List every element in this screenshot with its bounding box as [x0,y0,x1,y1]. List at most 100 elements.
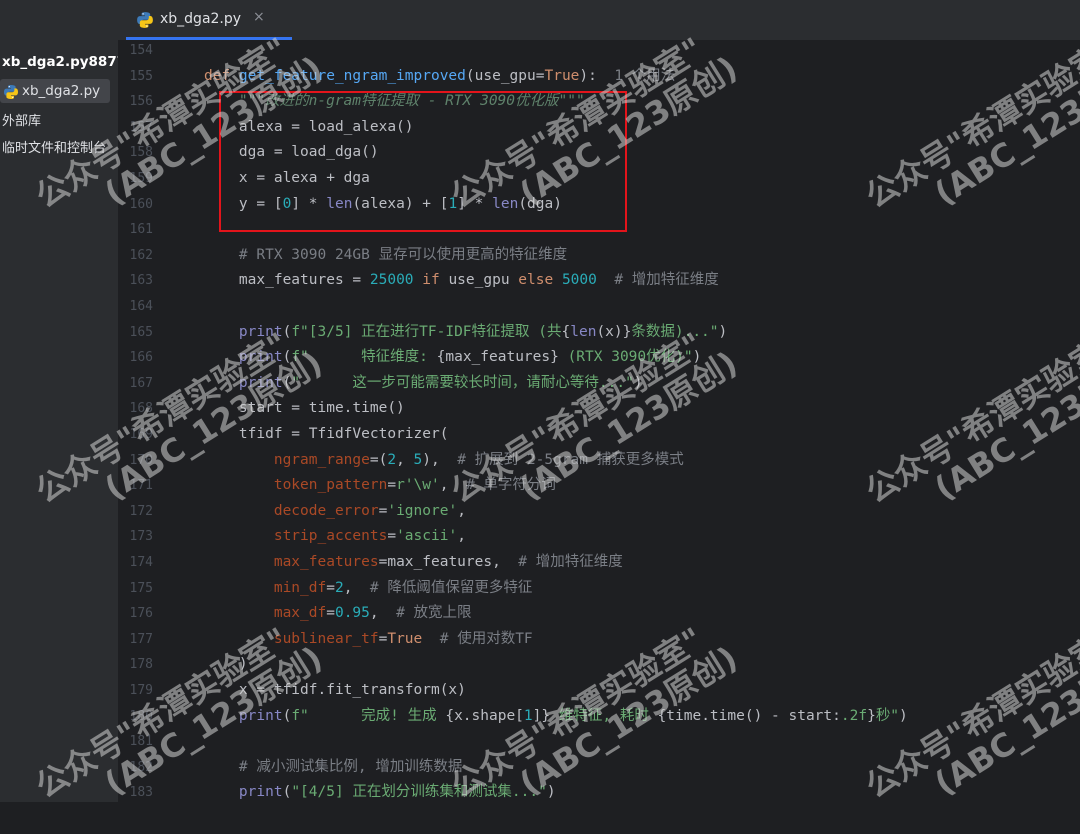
line-number: 177 [129,631,153,647]
line-number: 160 [129,196,153,212]
code-line[interactable]: y = [0] * len(alexa) + [1] * len(dga) [204,192,562,218]
code-token: ( [282,374,292,391]
code-token: , [343,579,370,596]
code-line[interactable]: max_df=0.95, # 放宽上限 [204,601,472,627]
code-token: f" 完成! 生成 [291,707,446,724]
code-token: } [867,707,876,724]
code-token: , [439,477,466,494]
code-line[interactable]: x = tfidf.fit_transform(x) [204,678,466,704]
code-line[interactable]: min_df=2, # 降低阈值保留更多特征 [204,576,533,602]
editor-tab-bar: xb_dga2.py × [118,0,1080,41]
code-token: 1 [448,195,458,212]
line-number: 183 [129,785,153,801]
code-line[interactable]: print(" 这一步可能需要较长时间，请耐心等待...") [204,371,643,397]
code-line[interactable]: print(f" 完成! 生成 {x.shape[1]} 维特征, 耗时 {ti… [204,704,908,730]
code-token: f"[3/5] 正在进行TF-IDF特征提取 (共 [291,323,562,340]
code-token: {x.shape[ [445,707,524,724]
code-token: f" 特征维度: [291,349,437,366]
close-icon[interactable]: × [253,9,265,25]
code-token: # 减小测试集比例, 增加训练数据 [238,758,463,775]
code-line[interactable]: # 减小测试集比例, 增加训练数据 [204,755,462,781]
code-line[interactable]: max_features = 25000 if use_gpu else 500… [204,268,719,294]
line-number: 156 [129,94,153,110]
line-number: 169 [129,427,153,442]
line-number: 166 [129,350,153,366]
code-line[interactable]: print(f"[3/5] 正在进行TF-IDF特征提取 (共{len(x)}条… [204,320,727,346]
line-number: 162 [129,247,153,263]
code-token: 'ignore' [387,502,458,519]
code-token: # RTX 3090 24GB 显存可以使用更高的特征维度 [238,246,568,263]
code-line[interactable]: ngram_range=(2, 5), # 扩展到 2-5gram 捕获更多模式 [204,448,684,474]
code-line[interactable]: token_pattern=r'\w', # 单字符分词 [204,473,556,499]
code-token: ( [282,784,292,801]
code-token: start = time.time() [204,400,405,417]
code-line[interactable]: print(f" 特征维度: {max_features} (RTX 3090优… [204,345,701,371]
code-token: len [492,195,519,212]
code-token: , [396,451,414,468]
code-token: print [238,707,283,724]
code-token: (RTX 3090优化)" [558,349,693,366]
code-token: ) [692,349,702,366]
code-token: 5 [413,451,423,468]
line-number: 161 [129,222,153,238]
code-line[interactable]: decode_error='ignore', [204,499,466,525]
code-token: ] * [457,195,493,212]
code-token: 5000 [561,272,597,289]
code-line[interactable]: # RTX 3090 24GB 显存可以使用更高的特征维度 [204,243,567,269]
line-number: 158 [129,145,153,161]
code-line[interactable]: """改进的n-gram特征提取 - RTX 3090优化版""" [204,89,585,115]
line-number: 179 [129,683,153,698]
project-file-item[interactable]: xb_dga2.py [0,79,110,103]
code-line[interactable]: start = time.time() [204,396,405,422]
scratches-item[interactable]: 临时文件和控制台 [2,137,106,156]
line-number: 167 [129,375,153,391]
code-token: x = alexa + dga [204,170,370,186]
line-number: 175 [129,580,153,596]
code-line[interactable]: print("[4/5] 正在划分训练集和测试集...") [204,780,556,802]
code-token: 2 [387,451,397,468]
code-token: max_features = [204,272,370,289]
external-libraries-item[interactable]: 外部库 [2,110,41,129]
code-line[interactable]: def get_feature_ngram_improved(use_gpu=T… [204,64,675,90]
code-token: {time.time() - start: [657,707,841,724]
project-root-item[interactable]: xb_dga2.py88775 [2,54,118,70]
code-token: True [544,67,580,84]
code-token: 秒" [875,707,900,724]
code-token: # 降低阈值保留更多特征 [369,579,533,596]
code-line[interactable]: x = alexa + dga [204,166,370,192]
project-file-label: xb_dga2.py [22,83,101,99]
code-token: max_df [273,605,327,622]
code-token: ] * [291,195,327,212]
code-token: = [326,605,335,622]
code-line[interactable]: sublinear_tf=True # 使用对数TF [204,627,533,653]
code-token: = [387,528,397,545]
line-number: 181 [129,734,153,750]
code-token: print [238,349,283,366]
code-token: def [204,67,239,84]
code-token: (alexa) + [ [352,195,449,212]
code-token: ) [546,784,556,801]
code-token: ( [282,707,292,724]
code-editor[interactable]: 154 155 156 157 158 159 160 161 162 163 164 165 166 1… [118,40,1080,802]
code-line[interactable]: tfidf = TfidfVectorizer( [204,422,449,448]
code-token: alexa = load_alexa() [204,118,414,135]
code-line[interactable]: dga = load_dga() [204,140,379,166]
code-token: , [369,605,397,622]
code-line[interactable]: alexa = load_alexa() [204,115,414,141]
code-token: =( [369,451,388,468]
code-line[interactable]: strip_accents='ascii', [204,524,466,550]
code-token: ( [282,349,292,366]
tab-xb-dga2[interactable]: xb_dga2.py × [126,0,292,40]
line-number: 170 [129,452,153,468]
code-token: print [238,784,283,801]
code-line[interactable]: ) [204,652,248,678]
code-token: 0 [282,195,292,212]
code-line[interactable]: max_features=max_features, # 增加特征维度 [204,550,623,576]
